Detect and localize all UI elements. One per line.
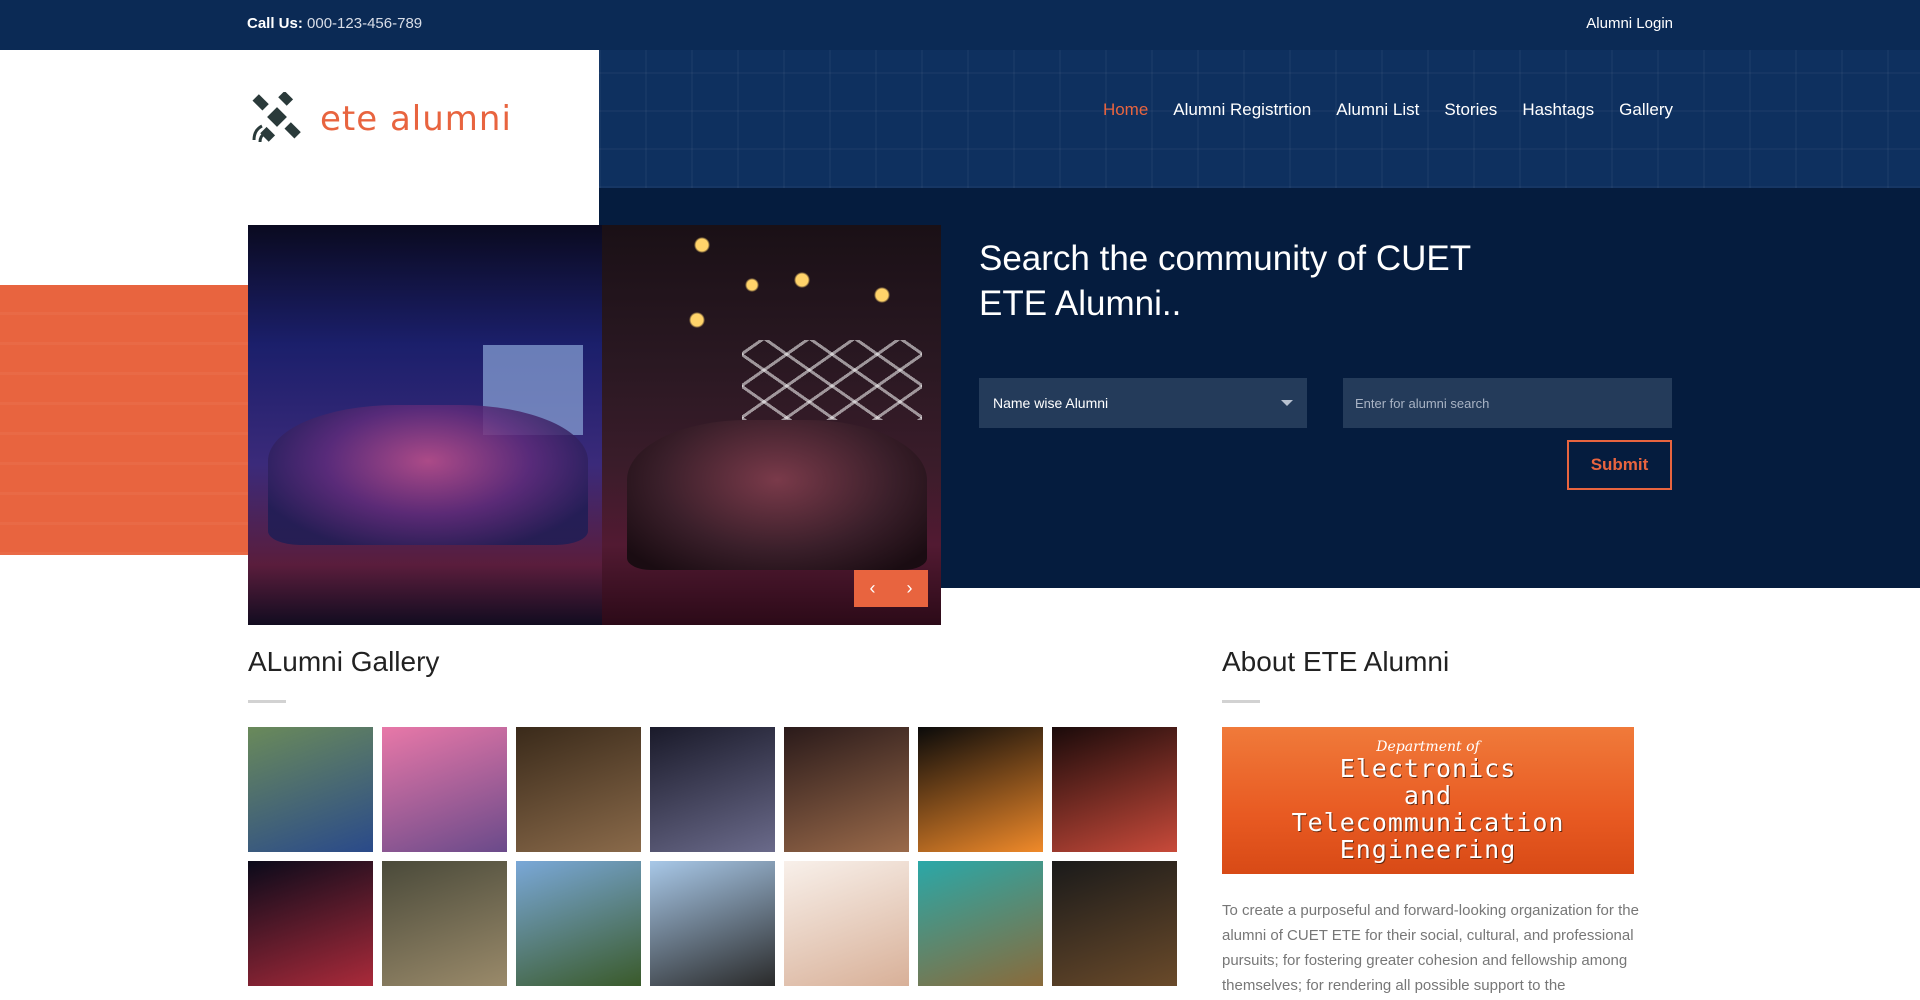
about-description: To create a purposeful and forward-looki… <box>1222 902 1639 994</box>
slider-prev-button[interactable]: ‹ <box>854 570 891 607</box>
nav-alumni-registration[interactable]: Alumni Registrtion <box>1173 100 1311 120</box>
event-crowd <box>627 420 927 570</box>
alumni-login-link[interactable]: Alumni Login <box>1586 15 1673 32</box>
submit-button[interactable]: Submit <box>1567 440 1672 490</box>
gallery-thumb-aerial-island[interactable] <box>918 861 1043 986</box>
about-title-underline <box>1222 700 1260 703</box>
about-title: About ETE Alumni <box>1222 646 1450 677</box>
logo-text: ete alumni <box>320 99 512 139</box>
gallery-thumb-night-group[interactable] <box>784 727 909 852</box>
slider-next-button[interactable]: › <box>891 570 928 607</box>
banner-line-2: and <box>1403 780 1453 810</box>
hero-title-line2: ETE Alumni.. <box>979 284 1182 323</box>
gallery-thumb-stage-show[interactable] <box>248 861 373 986</box>
hero-title-line1: Search the community of CUET <box>979 239 1472 278</box>
gallery-thumb-fire-breather[interactable] <box>918 727 1043 852</box>
photo-slider[interactable] <box>248 225 941 625</box>
alumni-search-input[interactable] <box>1343 378 1672 428</box>
banner-line-3: Telecommunication <box>1291 807 1565 837</box>
nav-home[interactable]: Home <box>1103 100 1148 120</box>
search-type-value: Name wise Alumni <box>993 395 1109 411</box>
gallery-thumb-field-group[interactable] <box>382 861 507 986</box>
nav-gallery[interactable]: Gallery <box>1619 100 1673 120</box>
phone-number[interactable]: 000-123-456-789 <box>307 15 422 32</box>
gallery-grid <box>248 727 1177 986</box>
slide-stage-group-photo <box>248 225 602 625</box>
gallery-title: ALumni Gallery <box>248 646 440 677</box>
search-type-select[interactable]: Name wise Alumni <box>979 378 1307 428</box>
call-label: Call Us: <box>247 15 303 32</box>
department-banner-image: Department of Electronics and Telecommun… <box>1222 727 1634 874</box>
site-logo[interactable]: ete alumni <box>250 92 512 146</box>
chevron-down-icon <box>1281 400 1293 406</box>
banner-line-4: Engineering <box>1339 834 1517 864</box>
gallery-thumb-dance[interactable] <box>650 727 775 852</box>
hanging-lights <box>602 225 941 335</box>
hero-title: Search the community of CUET ETE Alumni.… <box>979 236 1499 326</box>
banner-dept-label: Department of <box>1376 738 1480 755</box>
gallery-thumb-cuet-50[interactable] <box>650 861 775 986</box>
gallery-thumb-candle-circle[interactable] <box>1052 727 1177 852</box>
gallery-thumb-laptop-code[interactable] <box>1052 861 1177 986</box>
gallery-title-underline <box>248 700 286 703</box>
gallery-thumb-graduation-caps[interactable] <box>516 861 641 986</box>
nav-stories[interactable]: Stories <box>1444 100 1497 120</box>
gallery-thumb-anime-art[interactable] <box>784 861 909 986</box>
nav-alumni-list[interactable]: Alumni List <box>1336 100 1419 120</box>
slider-controls: ‹ › <box>854 570 928 607</box>
gallery-thumb-sports-team[interactable] <box>248 727 373 852</box>
banner-line-1: Electronics <box>1339 753 1517 783</box>
gallery-thumb-group-lights[interactable] <box>516 727 641 852</box>
top-bar: Call Us: 000-123-456-789 Alumni Login <box>0 0 1920 50</box>
slide-night-event-photo <box>602 225 941 625</box>
satellite-icon <box>252 92 301 143</box>
gallery-thumb-holi-colors[interactable] <box>382 727 507 852</box>
stage-truss <box>742 340 922 420</box>
main-nav: Home Alumni Registrtion Alumni List Stor… <box>1103 100 1673 120</box>
nav-hashtags[interactable]: Hashtags <box>1522 100 1594 120</box>
call-us: Call Us: 000-123-456-789 <box>247 15 422 32</box>
decorative-orange-block <box>0 285 248 555</box>
stage-crowd <box>268 405 588 545</box>
